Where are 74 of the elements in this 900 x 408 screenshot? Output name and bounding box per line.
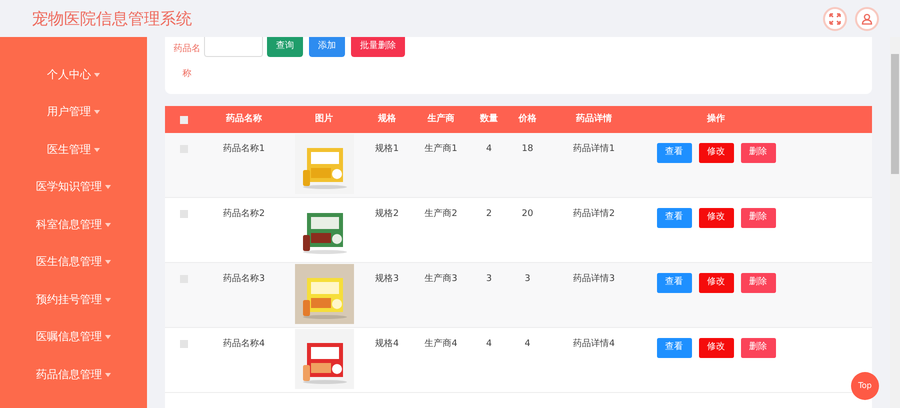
view-button[interactable]: 查看 [656, 338, 692, 358]
column-header[interactable]: 图片 [315, 112, 333, 126]
table-cell-text: 规格1 [375, 143, 399, 156]
add-button[interactable]: 添加 [309, 37, 345, 57]
menu-item[interactable]: 医嘱信息管理 [36, 329, 102, 346]
table-cell-text: 药品名称2 [223, 208, 265, 221]
column-header[interactable]: 操作 [707, 112, 725, 126]
delete-button[interactable]: 删除 [740, 208, 776, 228]
menu-item[interactable]: 医生管理 [47, 142, 91, 158]
table-cell-text: 生产商2 [424, 208, 458, 221]
column-header[interactable]: 价格 [518, 112, 536, 126]
column-header[interactable]: 数量 [480, 112, 498, 126]
table-cell-text: 药品名称4 [223, 338, 265, 351]
delete-button[interactable]: 删除 [740, 273, 776, 293]
delete-button[interactable]: 删除 [740, 338, 776, 358]
menu-item[interactable]: 科室信息管理 [36, 216, 102, 233]
edit-button[interactable]: 修改 [698, 208, 734, 228]
column-header[interactable]: 生产商 [428, 112, 454, 126]
table-cell-text: 3 [524, 273, 530, 286]
table-cell-text: 药品详情1 [573, 143, 615, 156]
menu-item[interactable]: 个人中心 [47, 66, 91, 83]
table-cell-text: 20 [522, 208, 534, 221]
caret-icon [105, 222, 111, 227]
table-cell-text: 生产商4 [424, 338, 458, 351]
table-cell-text: 药品详情4 [573, 338, 615, 351]
edit-button[interactable]: 修改 [698, 273, 734, 293]
view-button[interactable]: 查看 [656, 143, 692, 163]
table-cell-text: 2 [486, 208, 492, 221]
column-header[interactable]: 药品名称 [226, 112, 262, 126]
column-header[interactable]: 药品详情 [576, 112, 612, 126]
caret-icon [94, 148, 100, 152]
menu-item[interactable]: 预约挂号管理 [36, 292, 102, 308]
row-checkbox[interactable] [180, 210, 188, 218]
caret-icon [105, 185, 111, 190]
column-header[interactable]: 规格 [378, 112, 396, 126]
table-cell-text: 4 [524, 338, 530, 351]
scrollbar[interactable] [890, 37, 900, 408]
row-checkbox[interactable] [180, 340, 188, 348]
table-cell-text: 18 [522, 143, 534, 156]
caret-icon [94, 110, 100, 114]
fullscreen-icon[interactable] [823, 6, 847, 30]
table-cell-text: 生产商1 [424, 143, 458, 156]
menu-item[interactable]: 用户管理 [47, 104, 91, 120]
caret-icon [105, 298, 111, 302]
table-cell-text: 生产商3 [424, 273, 458, 286]
caret-icon [105, 335, 111, 340]
bulk-delete-button[interactable]: 批量删除 [351, 37, 405, 57]
view-button[interactable]: 查看 [656, 273, 692, 293]
field-label: 药品名称 [173, 42, 201, 81]
menu-item[interactable]: 药品信息管理 [36, 366, 102, 383]
user-icon[interactable] [855, 6, 879, 30]
view-button[interactable]: 查看 [656, 208, 692, 228]
header-checkbox[interactable] [180, 116, 188, 124]
search-field[interactable] [204, 37, 263, 57]
caret-icon [105, 372, 111, 377]
table-cell-text: 4 [486, 338, 492, 351]
table-cell-text: 规格4 [375, 338, 399, 351]
table-cell-text: 规格3 [375, 273, 399, 286]
table-cell-text: 药品名称1 [223, 143, 265, 156]
edit-button[interactable]: 修改 [698, 143, 734, 163]
menu-item[interactable]: 医生信息管理 [36, 254, 102, 270]
app-title: 宠物医院信息管理系统 [32, 8, 192, 30]
table-cell-text: 规格2 [375, 208, 399, 221]
table-cell-text: 药品详情3 [573, 273, 615, 286]
edit-button[interactable]: 修改 [698, 338, 734, 358]
caret-icon [105, 260, 111, 264]
caret-icon [94, 72, 100, 77]
table-cell-text: 3 [486, 273, 492, 286]
menu-item[interactable]: 医学知识管理 [36, 179, 102, 196]
table-cell-text: 药品详情2 [573, 208, 615, 221]
table-cell-text: 药品名称3 [223, 273, 265, 286]
query-button[interactable]: 查询 [267, 37, 303, 57]
table-cell-text: 4 [486, 143, 492, 156]
delete-button[interactable]: 删除 [740, 143, 776, 163]
